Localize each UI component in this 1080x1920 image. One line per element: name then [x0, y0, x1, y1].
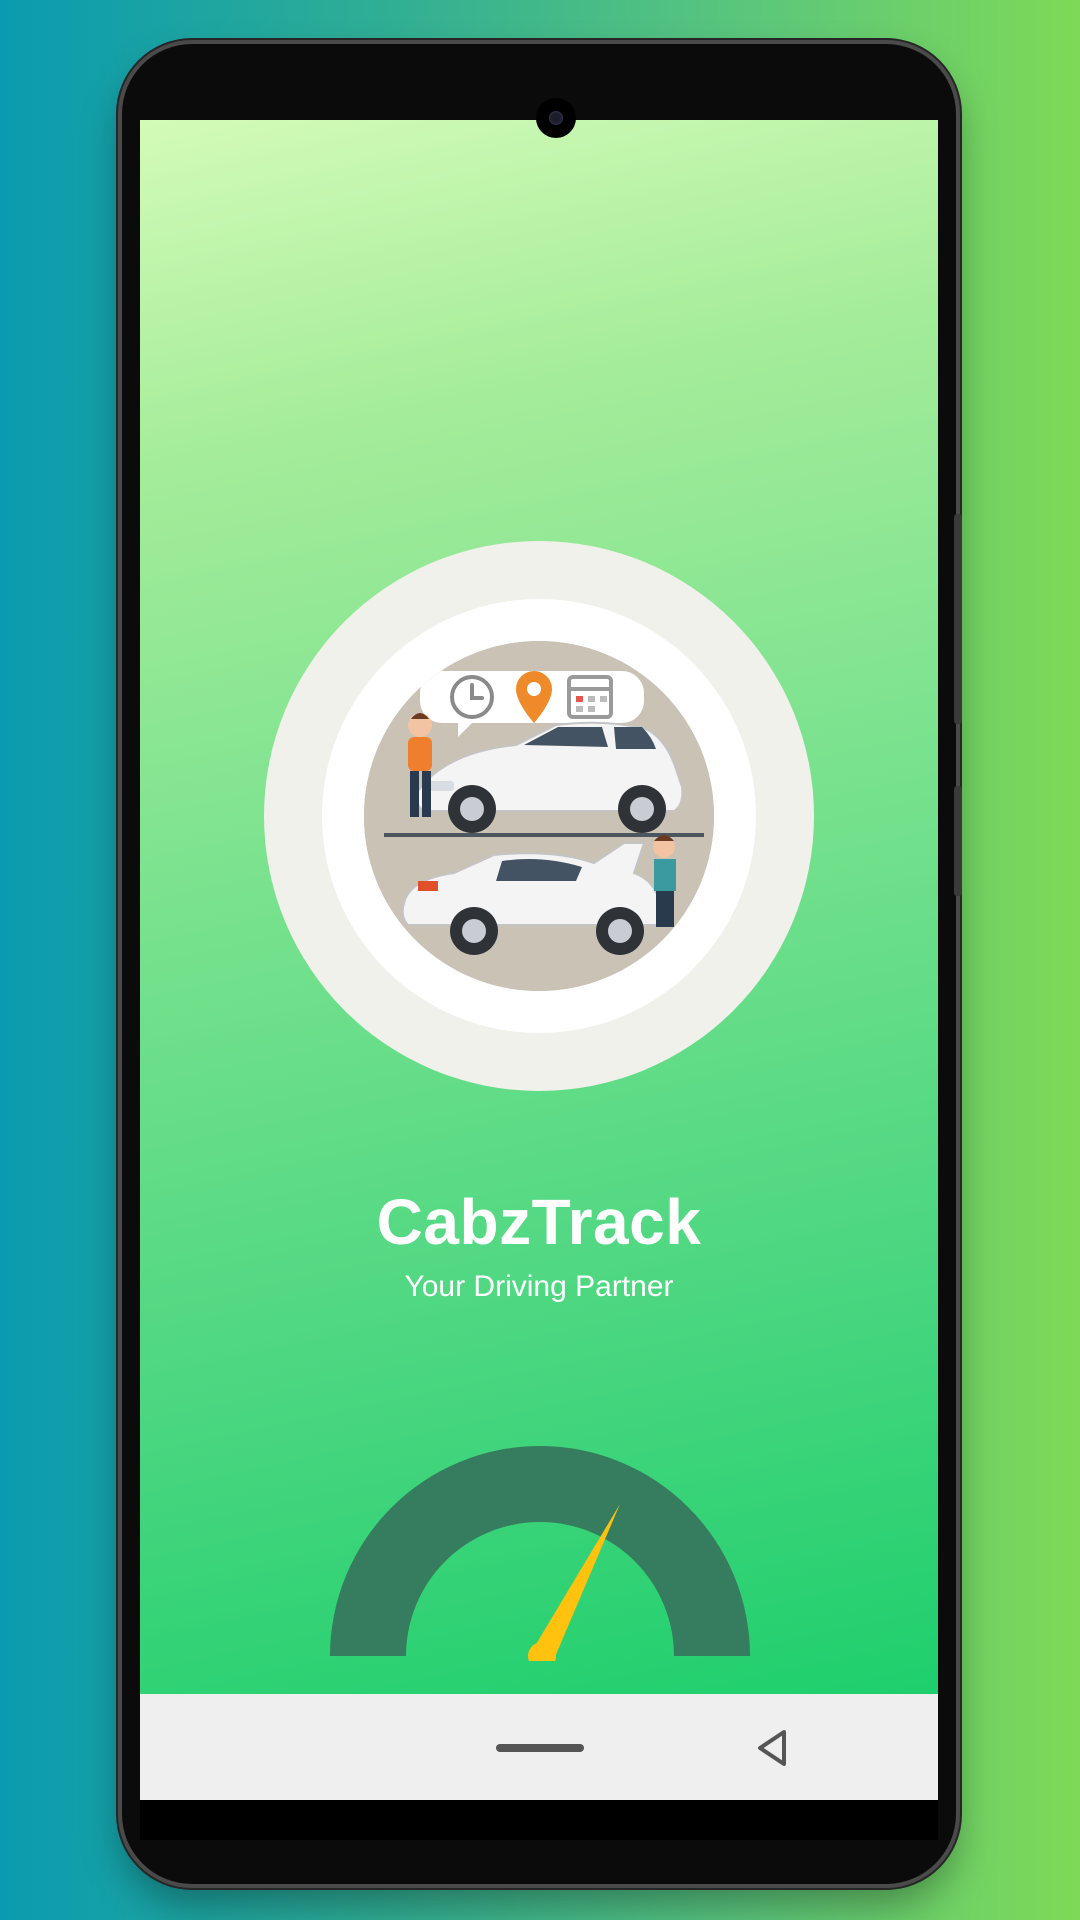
speedometer-gauge	[330, 1446, 750, 1661]
gauge-needle-icon	[528, 1504, 620, 1661]
phone-frame: CabzTrack Your Driving Partner	[122, 44, 962, 1884]
logo-inner-ring	[322, 599, 756, 1033]
calendar-icon	[567, 675, 613, 719]
system-nav-bar	[140, 1694, 938, 1800]
front-camera-icon	[536, 98, 576, 138]
power-button	[954, 514, 962, 724]
splash-screen: CabzTrack Your Driving Partner	[140, 120, 938, 1694]
app-tagline: Your Driving Partner	[404, 1270, 674, 1303]
mechanic-teal	[653, 835, 676, 927]
gauge-arc	[330, 1446, 750, 1656]
car-service-illustration	[364, 641, 714, 991]
volume-button	[954, 786, 962, 896]
back-triangle-icon[interactable]	[752, 1726, 792, 1770]
app-logo	[264, 541, 814, 1091]
phone-screen: CabzTrack Your Driving Partner	[140, 120, 938, 1840]
app-title: CabzTrack	[376, 1186, 702, 1258]
bottom-bezel	[140, 1800, 938, 1840]
car-service-illustration-svg	[364, 641, 714, 991]
home-pill-icon[interactable]	[496, 1744, 584, 1752]
